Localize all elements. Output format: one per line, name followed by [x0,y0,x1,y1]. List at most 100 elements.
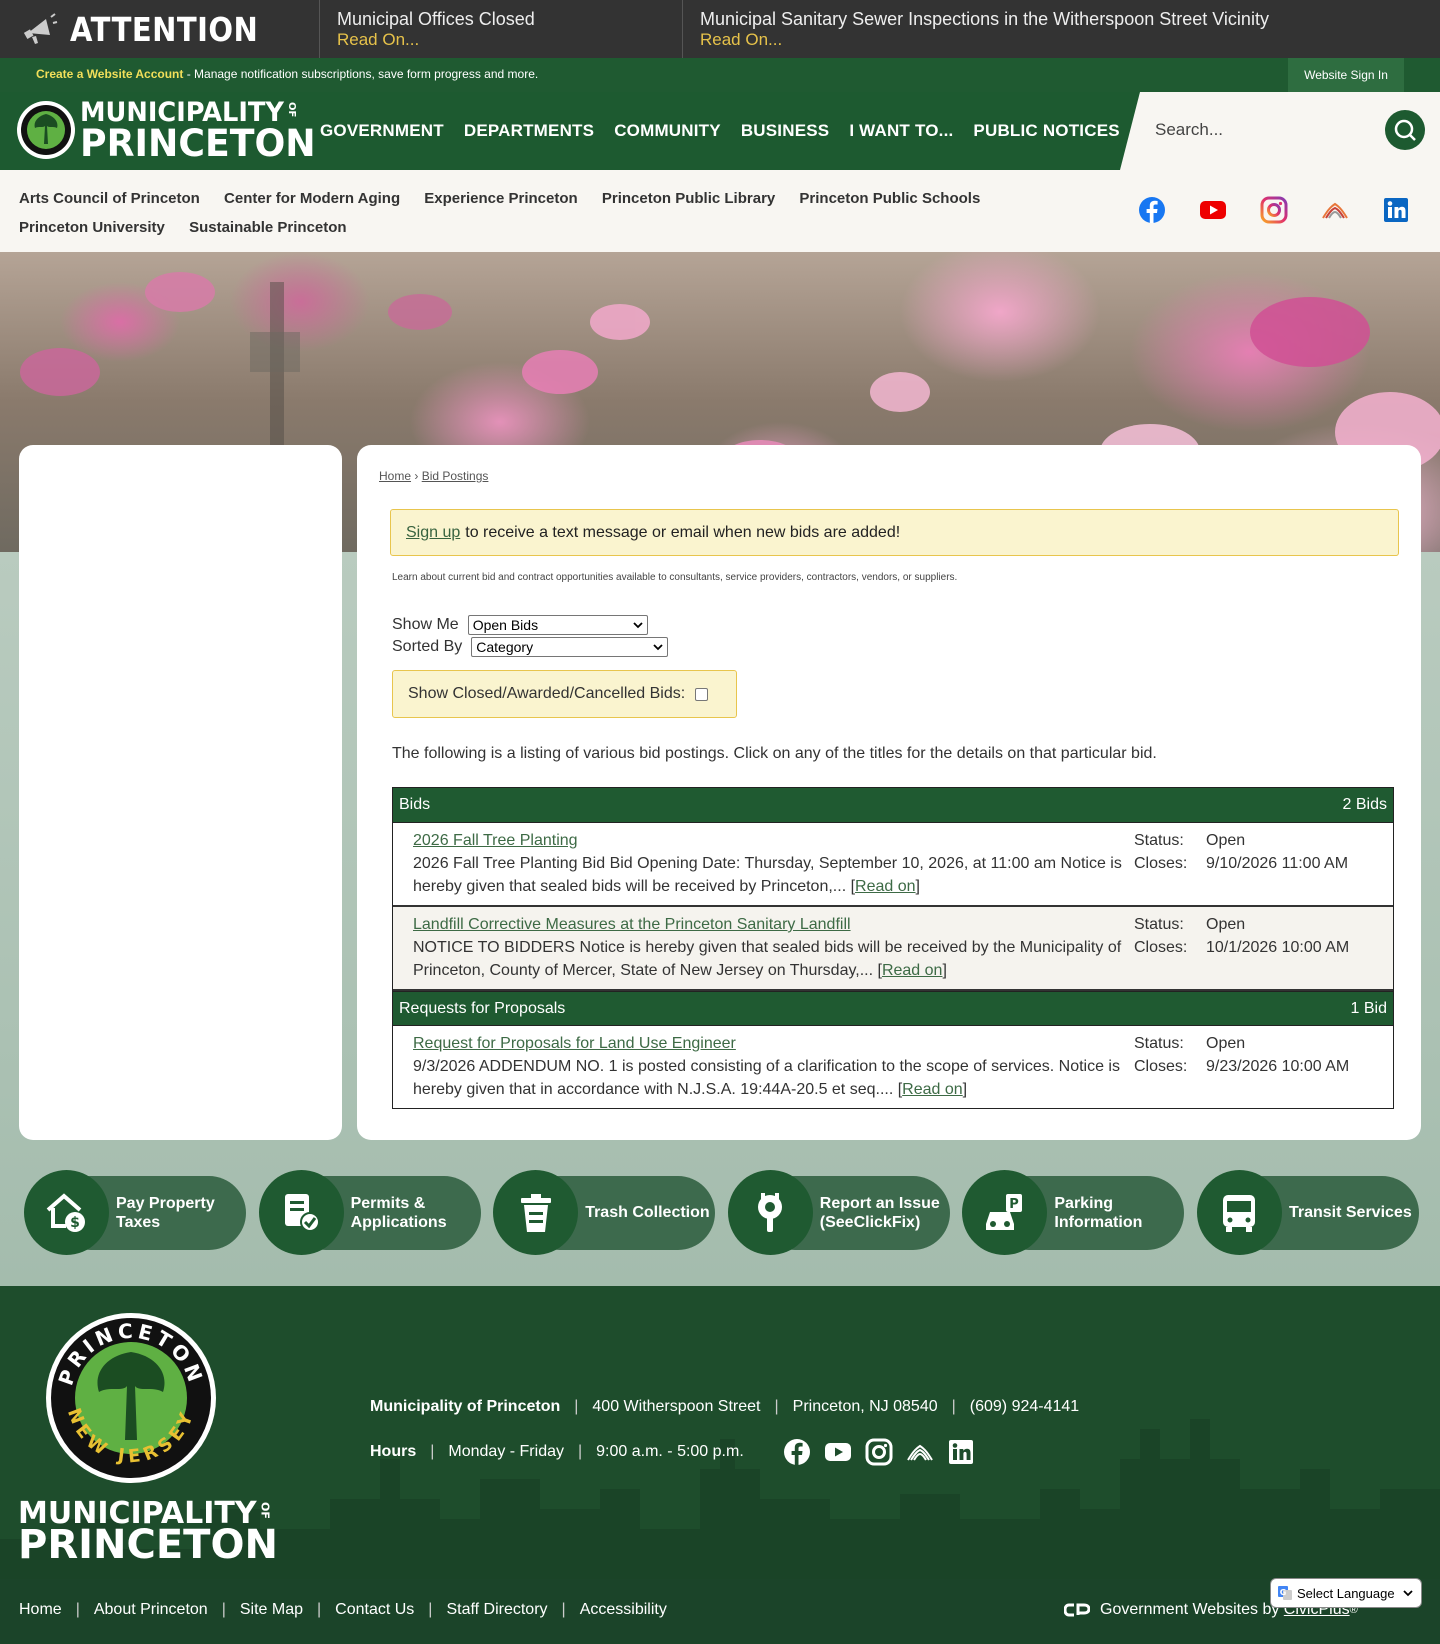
footer-link-home[interactable]: Home [19,1601,62,1619]
language-select[interactable]: G Select Language [1270,1578,1422,1608]
alert-item[interactable]: Municipal Sanitary Sewer Inspections in … [683,0,1286,58]
instagram-icon[interactable] [865,1438,893,1466]
read-on-link[interactable]: Read on [882,962,943,979]
quick-link-permits[interactable]: Permits & Applications [258,1170,481,1255]
parking-car-icon: P [985,1193,1022,1230]
website-sign-in-button[interactable]: Website Sign In [1288,58,1404,92]
megaphone-icon [23,13,58,44]
nav-i-want-to[interactable]: I WANT TO... [849,121,953,141]
alert-read-on-link[interactable]: Read On... [700,30,1269,50]
linkedin-icon[interactable] [1382,196,1410,224]
flickr-icon[interactable] [1321,196,1349,224]
alert-bar: ATTENTION Municipal Offices Closed Read … [0,0,1440,58]
princeton-seal-logo: PRINCETON NEW JERSEY [46,1313,216,1483]
quick-link-label: Transit Services [1288,1204,1412,1221]
facebook-icon[interactable] [1138,196,1166,224]
nav-public-notices[interactable]: PUBLIC NOTICES [973,121,1119,141]
bid-title-link[interactable]: Request for Proposals for Land Use Engin… [413,1035,736,1052]
show-closed-label: Show Closed/Awarded/Cancelled Bids: [408,685,686,702]
quick-link-trash-collection[interactable]: Trash Collection [493,1170,716,1255]
flickr-icon[interactable] [906,1438,934,1466]
footer-phone[interactable]: (609) 924-4141 [970,1398,1079,1416]
partner-link[interactable]: Princeton Public Schools [799,184,980,213]
category-count: 1 Bid [1350,999,1387,1017]
permit-document-icon [285,1193,321,1232]
social-links [1138,196,1440,224]
breadcrumb-current[interactable]: Bid Postings [422,469,489,483]
show-me-select[interactable]: Open Bids [467,615,648,635]
youtube-icon[interactable] [824,1438,852,1466]
youtube-icon[interactable] [1199,196,1227,224]
create-account-link[interactable]: Create a Website Account [36,67,183,81]
nav-business[interactable]: BUSINESS [741,121,830,141]
nav-government[interactable]: GOVERNMENT [320,121,444,141]
search-button[interactable] [1385,110,1425,150]
alert-item-title[interactable]: Municipal Offices Closed [337,9,665,30]
linkedin-icon[interactable] [947,1438,975,1466]
trash-can-icon [520,1193,551,1232]
read-on-link[interactable]: Read on [902,1081,963,1098]
hours-time: 9:00 a.m. - 5:00 p.m. [596,1443,744,1460]
bid-row: Landfill Corrective Measures at the Prin… [393,907,1393,991]
partner-link[interactable]: Sustainable Princeton [189,213,347,242]
search-icon [1394,119,1416,141]
partner-links: Arts Council of Princeton Center for Mod… [19,184,1019,242]
search-input[interactable]: Search... [1155,120,1223,140]
quick-link-label: Parking Information [1054,1194,1143,1231]
partner-link[interactable]: Center for Modern Aging [224,184,400,213]
sorted-by-select[interactable]: Category [471,637,669,657]
partner-link[interactable]: Arts Council of Princeton [19,184,200,213]
bid-title-link[interactable]: 2026 Fall Tree Planting [413,832,578,849]
footer-city: Princeton, NJ 08540 [792,1398,938,1415]
footer-link-contact[interactable]: Contact Us [335,1601,414,1619]
category-count: 2 Bids [1342,796,1387,813]
logo-line-2: PRINCETON [80,121,316,165]
footer-link-accessibility[interactable]: Accessibility [580,1601,667,1619]
site-logo[interactable]: MUNICIPALITY OF PRINCETON [16,99,320,165]
nav-departments[interactable]: DEPARTMENTS [464,121,594,141]
account-text: Create a Website Account - Manage notifi… [36,67,538,81]
bid-meta: Status: Open Closes: 10/1/2026 10:00 AM [1134,913,1349,959]
partner-link[interactable]: Experience Princeton [424,184,577,213]
quick-link-transit[interactable]: Transit Services [1196,1170,1419,1255]
svg-text:$: $ [70,1215,80,1231]
breadcrumb-home[interactable]: Home [379,469,411,483]
footer-contact: Municipality of Princeton | 400 Witherspo… [370,1398,1080,1416]
quick-link-report-issue[interactable]: Report an Issue (SeeClickFix) [727,1170,950,1255]
quick-link-label: Trash Collection [585,1204,710,1221]
instagram-icon[interactable] [1260,196,1288,224]
bid-title-link[interactable]: Landfill Corrective Measures at the Prin… [413,916,851,933]
footer-link-staff-directory[interactable]: Staff Directory [446,1601,547,1619]
wrench-gear-icon [758,1192,783,1232]
listing-intro: The following is a listing of various bi… [392,745,1157,762]
footer-link-about[interactable]: About Princeton [94,1601,208,1619]
alert-item-title[interactable]: Municipal Sanitary Sewer Inspections in … [700,9,1269,30]
partner-link[interactable]: Princeton University [19,213,165,242]
read-on-link[interactable]: Read on [855,878,916,895]
footer-link-site-map[interactable]: Site Map [240,1601,303,1619]
show-closed-checkbox[interactable] [695,687,709,701]
status-label: Status: [1134,916,1184,933]
sorted-by-label: Sorted By [392,638,463,655]
sign-up-link[interactable]: Sign up [406,524,460,542]
closes-label: Closes: [1134,1058,1188,1075]
bid-description: NOTICE TO BIDDERS Notice is hereby given… [413,939,1122,979]
signup-notice-text: to receive a text message or email when … [465,523,901,541]
closes-value: 9/10/2026 11:00 AM [1206,855,1349,872]
signup-notice: Sign up to receive a text message or ema… [390,509,1399,556]
bid-row: Request for Proposals for Land Use Engin… [393,1026,1393,1108]
alert-item[interactable]: Municipal Offices Closed Read On... [320,0,683,58]
status-label: Status: [1134,832,1184,849]
civicplus-logo-icon [1064,1603,1090,1617]
quick-link-parking[interactable]: P Parking Information [962,1170,1185,1255]
nav-community[interactable]: COMMUNITY [614,121,721,141]
status-value: Open [1206,916,1246,933]
bid-description: 2026 Fall Tree Planting Bid Bid Opening … [413,855,1122,895]
facebook-icon[interactable] [783,1438,811,1466]
partner-link[interactable]: Princeton Public Library [602,184,775,213]
category-header: Requests for Proposals 1 Bid [393,991,1393,1026]
footer-social-links [783,1438,988,1466]
alert-read-on-link[interactable]: Read On... [337,30,665,50]
quick-link-pay-property-taxes[interactable]: $ Pay Property Taxes [24,1170,246,1255]
svg-text:G: G [1280,1588,1287,1597]
